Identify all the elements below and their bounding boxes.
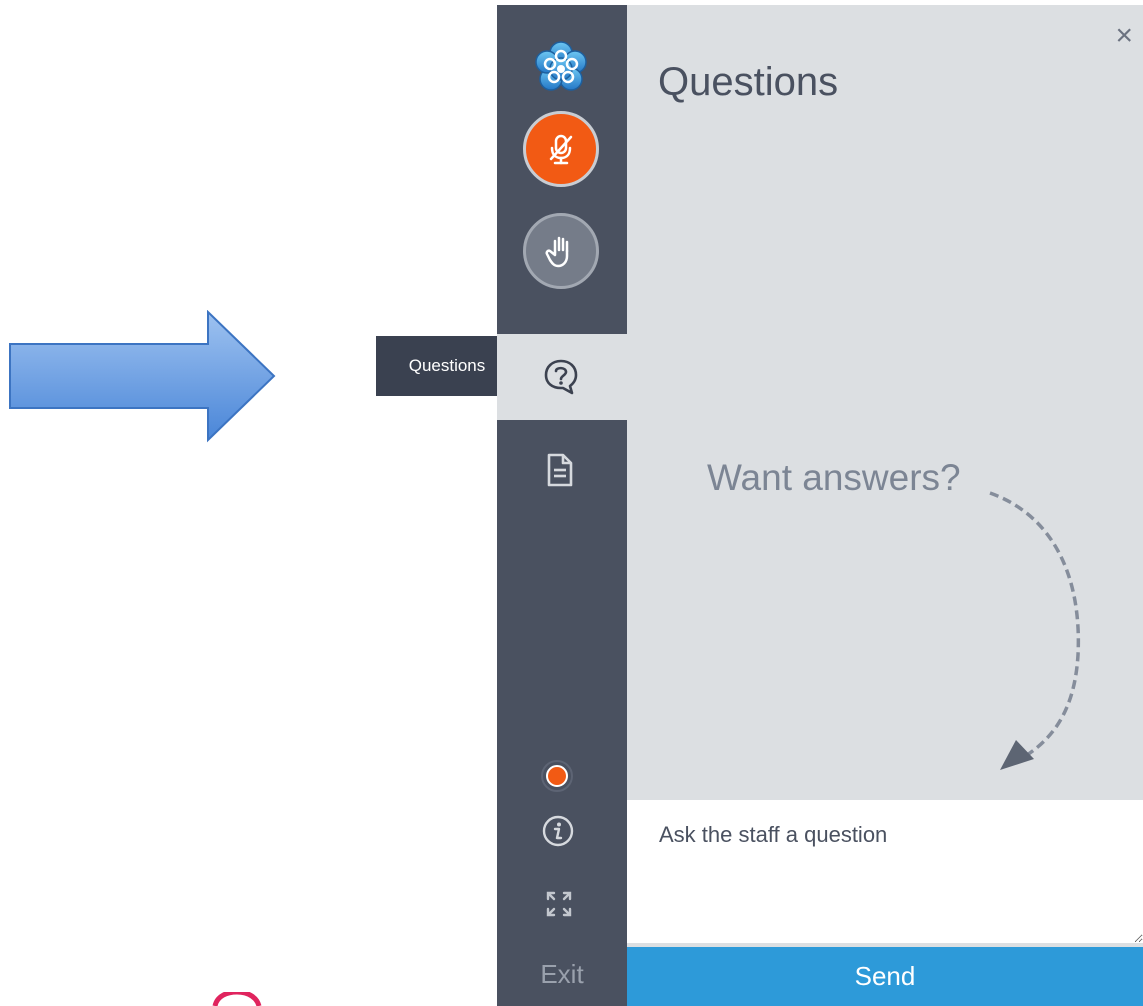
hint-text: Want answers? bbox=[707, 457, 961, 498]
tooltip-text: Questions bbox=[408, 356, 486, 375]
question-bubble-icon bbox=[544, 359, 578, 395]
curved-dashed-arrow-icon bbox=[989, 491, 1081, 770]
mute-microphone-button[interactable] bbox=[523, 111, 599, 187]
exit-button[interactable]: Exit bbox=[497, 959, 627, 990]
panel-title: Questions bbox=[658, 60, 839, 104]
sidebar: Exit bbox=[497, 5, 627, 1006]
close-icon[interactable]: × bbox=[1115, 21, 1133, 51]
question-input[interactable] bbox=[627, 800, 1143, 943]
document-icon[interactable] bbox=[545, 453, 575, 487]
expand-icon[interactable] bbox=[546, 891, 572, 917]
send-button[interactable]: Send bbox=[627, 947, 1143, 1006]
logo-fragment-icon bbox=[212, 992, 262, 1006]
questions-panel: Questions × Want answers? Send bbox=[627, 5, 1143, 1006]
status-dot-icon bbox=[546, 765, 568, 787]
hand-icon bbox=[545, 236, 569, 268]
questions-tab[interactable] bbox=[497, 334, 627, 420]
screen: Questions Exit Questions × Want answers?… bbox=[0, 0, 1143, 1006]
question-box bbox=[627, 800, 1143, 943]
mic-muted-icon bbox=[549, 134, 573, 165]
raise-hand-button[interactable] bbox=[523, 213, 599, 289]
info-icon[interactable] bbox=[541, 814, 575, 848]
pointing-arrow-icon bbox=[9, 310, 276, 443]
flower-logo-icon bbox=[535, 41, 587, 91]
status-indicator[interactable] bbox=[541, 760, 573, 792]
app-logo[interactable] bbox=[528, 36, 594, 102]
